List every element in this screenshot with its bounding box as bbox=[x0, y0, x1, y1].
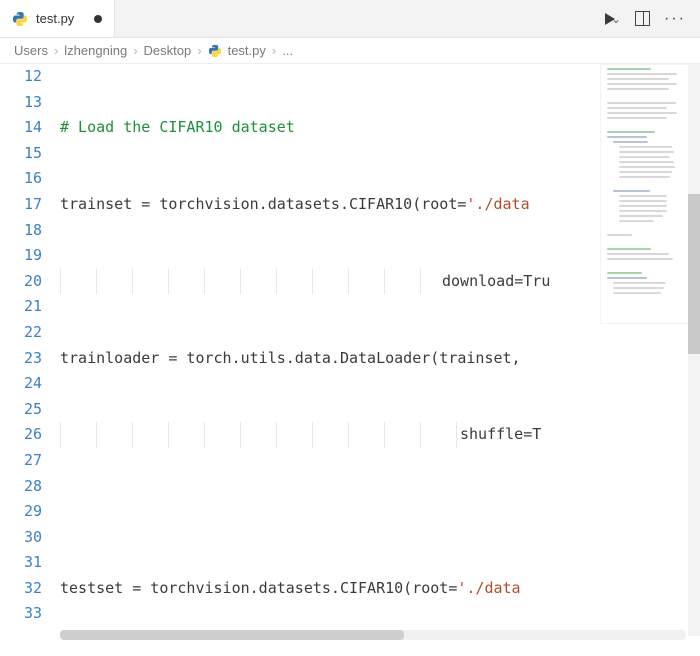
run-button[interactable]: ⌄ bbox=[605, 12, 621, 26]
line-number: 18 bbox=[0, 218, 42, 244]
scrollbar-thumb[interactable] bbox=[688, 194, 700, 354]
code-line: shuffle=T bbox=[460, 425, 541, 443]
chevron-down-icon: ⌄ bbox=[611, 12, 621, 26]
line-number: 15 bbox=[0, 141, 42, 167]
line-number: 23 bbox=[0, 346, 42, 372]
line-number: 29 bbox=[0, 499, 42, 525]
line-number: 26 bbox=[0, 422, 42, 448]
code-line: # Load the CIFAR10 dataset bbox=[60, 118, 295, 136]
breadcrumb: Users› lzhengning› Desktop› test.py› ... bbox=[0, 38, 700, 64]
dirty-dot-icon bbox=[94, 15, 102, 23]
crumb[interactable]: lzhengning bbox=[64, 43, 127, 58]
more-actions-button[interactable]: ··· bbox=[664, 10, 686, 28]
line-number: 17 bbox=[0, 192, 42, 218]
crumb[interactable]: Users bbox=[14, 43, 48, 58]
line-number: 19 bbox=[0, 243, 42, 269]
tab-label: test.py bbox=[36, 11, 74, 26]
line-number: 30 bbox=[0, 525, 42, 551]
crumb[interactable]: test.py bbox=[228, 43, 266, 58]
line-number: 13 bbox=[0, 90, 42, 116]
line-number: 25 bbox=[0, 397, 42, 423]
line-number: 21 bbox=[0, 294, 42, 320]
crumb[interactable]: Desktop bbox=[144, 43, 192, 58]
line-number-gutter: 1213141516171819202122232425262728293031… bbox=[0, 64, 60, 644]
code-editor[interactable]: 1213141516171819202122232425262728293031… bbox=[0, 64, 700, 644]
code-line: testset = torchvision.datasets.CIFAR10(r… bbox=[60, 579, 457, 597]
split-editor-button[interactable] bbox=[635, 11, 650, 26]
code-line: trainloader = torch.utils.data.DataLoade… bbox=[60, 349, 521, 367]
line-number: 20 bbox=[0, 269, 42, 295]
line-number: 16 bbox=[0, 166, 42, 192]
code-line: download=Tru bbox=[442, 272, 550, 290]
line-number: 22 bbox=[0, 320, 42, 346]
tab-test-py[interactable]: test.py bbox=[0, 0, 115, 37]
code-line: trainset = torchvision.datasets.CIFAR10(… bbox=[60, 195, 466, 213]
crumb[interactable]: ... bbox=[282, 43, 293, 58]
line-number: 33 bbox=[0, 601, 42, 627]
python-icon bbox=[208, 44, 222, 58]
line-number: 28 bbox=[0, 474, 42, 500]
line-number: 32 bbox=[0, 576, 42, 602]
line-number: 31 bbox=[0, 550, 42, 576]
overview-scrollbar[interactable] bbox=[688, 64, 700, 636]
line-number: 27 bbox=[0, 448, 42, 474]
minimap[interactable] bbox=[600, 64, 690, 324]
line-number: 14 bbox=[0, 115, 42, 141]
python-icon bbox=[12, 11, 28, 27]
horizontal-scrollbar[interactable] bbox=[60, 630, 686, 640]
tab-bar: test.py ⌄ ··· bbox=[0, 0, 700, 38]
scrollbar-thumb[interactable] bbox=[60, 630, 404, 640]
line-number: 24 bbox=[0, 371, 42, 397]
line-number: 12 bbox=[0, 64, 42, 90]
